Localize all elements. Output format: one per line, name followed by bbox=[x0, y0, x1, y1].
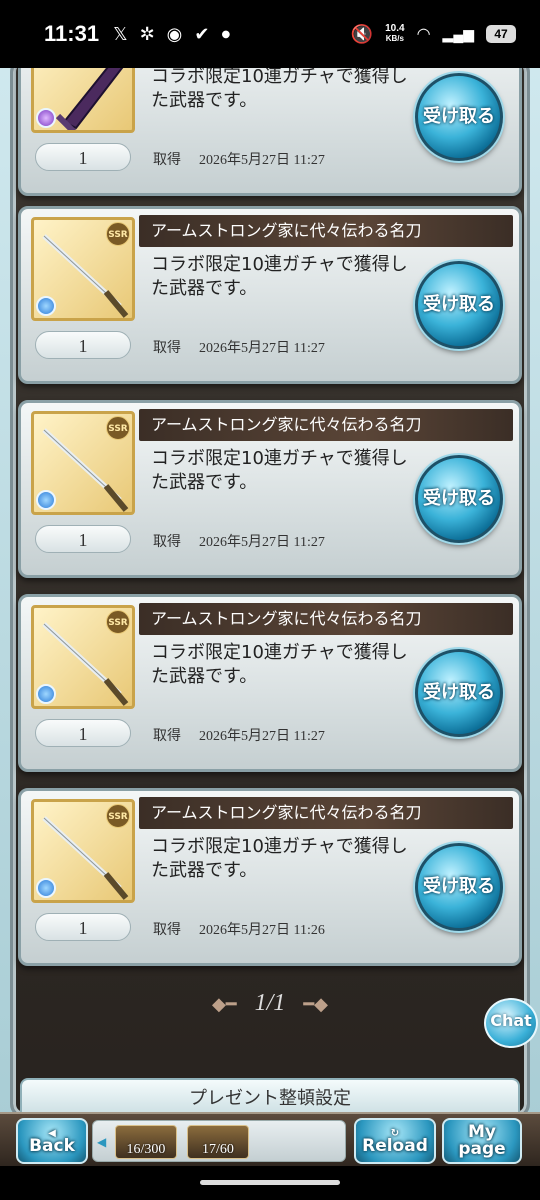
obtained-date-value: 2026年5月27日 11:27 bbox=[199, 153, 325, 168]
weapon-stock: 16/300 bbox=[115, 1125, 177, 1159]
my-page-label-2: page bbox=[458, 1139, 506, 1159]
weapon-thumbnail: SSR bbox=[31, 799, 135, 903]
receive-button[interactable]: 受け取る bbox=[415, 73, 503, 161]
weapon-thumbnail: SSR bbox=[31, 411, 135, 515]
messenger-app-icon: ◉ bbox=[166, 23, 183, 45]
item-name: アームストロング家に代々伝わる名刀 bbox=[139, 797, 513, 829]
obtained-label: 取得 bbox=[153, 340, 181, 356]
weapon-thumbnail bbox=[31, 68, 135, 133]
system-nav-bar bbox=[0, 1166, 540, 1200]
obtained-date: 取得 2026年5月27日 11:27 bbox=[153, 531, 325, 551]
rarity-badge: SSR bbox=[106, 222, 130, 246]
back-label: Back bbox=[29, 1136, 75, 1156]
my-page-button[interactable]: My page bbox=[442, 1118, 522, 1164]
dark-element-icon bbox=[36, 108, 56, 128]
pager-ornament-left-icon: ◆━ bbox=[211, 994, 237, 1014]
reload-label: Reload bbox=[362, 1136, 428, 1156]
item-name: アームストロング家に代々伝わる名刀 bbox=[139, 603, 513, 635]
pagination: ◆━ 1/1 ━◆ bbox=[0, 990, 540, 1017]
present-card: アームストロング家に代々伝わる名刀 SSR コラボ限定10連ガチャで獲得した武器… bbox=[18, 400, 522, 578]
status-bar: 11:31 𝕏 ✲ ◉ ✔ ● 🔇 10.4 KB/s ◠ ▂▄▆ 47 bbox=[0, 0, 540, 68]
obtained-date: 取得 2026年5月27日 11:27 bbox=[153, 149, 325, 169]
quantity: 1 bbox=[35, 143, 131, 171]
check-app-icon: ✔ bbox=[194, 23, 210, 45]
present-card: アームストロング家に代々伝わる名刀 SSR コラボ限定10連ガチャで獲得した武器… bbox=[18, 788, 522, 966]
rarity-badge: SSR bbox=[106, 804, 130, 828]
water-element-icon bbox=[36, 878, 56, 898]
more-dot-icon: ● bbox=[221, 28, 231, 40]
obtained-date-value: 2026年5月27日 11:27 bbox=[199, 729, 325, 744]
water-element-icon bbox=[36, 296, 56, 316]
receive-button[interactable]: 受け取る bbox=[415, 843, 503, 931]
obtained-date-value: 2026年5月27日 11:27 bbox=[199, 341, 325, 356]
obtained-date: 取得 2026年5月27日 11:27 bbox=[153, 725, 325, 745]
wifi-icon: ◠ bbox=[416, 26, 431, 43]
item-name: アームストロング家に代々伝わる名刀 bbox=[139, 215, 513, 247]
present-description: コラボ限定10連ガチャで獲得した武器です。 bbox=[151, 448, 408, 493]
pager-ornament-right-icon: ━◆ bbox=[303, 994, 329, 1014]
chat-button[interactable]: Chat bbox=[484, 998, 538, 1048]
item-name: アームストロング家に代々伝わる名刀 bbox=[139, 409, 513, 441]
network-speed: 10.4 KB/s bbox=[385, 24, 404, 44]
game-area: コラボ限定10連ガチャで獲得した武器です。 1 取得 2026年5月27日 11:… bbox=[0, 68, 540, 1120]
home-gesture-handle[interactable] bbox=[200, 1180, 340, 1185]
receive-button[interactable]: 受け取る bbox=[415, 261, 503, 349]
summon-stock: 17/60 bbox=[187, 1125, 249, 1159]
summon-stock-count: 17/60 bbox=[202, 1142, 234, 1157]
rarity-badge: SSR bbox=[106, 416, 130, 440]
present-description: コラボ限定10連ガチャで獲得した武器です。 bbox=[151, 254, 408, 299]
net-speed-value: 10.4 bbox=[385, 23, 405, 34]
battery-icon: 47 bbox=[486, 25, 516, 43]
obtained-label: 取得 bbox=[153, 152, 181, 168]
present-description: コラボ限定10連ガチャで獲得した武器です。 bbox=[151, 642, 408, 687]
quantity: 1 bbox=[35, 913, 131, 941]
page-indicator: 1/1 bbox=[254, 990, 286, 1016]
weapon-thumbnail: SSR bbox=[31, 217, 135, 321]
obtained-date-value: 2026年5月27日 11:26 bbox=[199, 923, 325, 938]
present-card: アームストロング家に代々伝わる名刀 SSR コラボ限定10連ガチャで獲得した武器… bbox=[18, 594, 522, 772]
present-description: コラボ限定10連ガチャで獲得した武器です。 bbox=[151, 68, 408, 111]
quantity: 1 bbox=[35, 525, 131, 553]
mute-icon: 🔇 bbox=[350, 23, 374, 44]
reload-button[interactable]: ↻ Reload bbox=[354, 1118, 436, 1164]
quantity: 1 bbox=[35, 719, 131, 747]
obtained-label: 取得 bbox=[153, 534, 181, 550]
x-app-icon: 𝕏 bbox=[113, 23, 128, 45]
present-card: アームストロング家に代々伝わる名刀 SSR コラボ限定10連ガチャで獲得した武器… bbox=[18, 206, 522, 384]
weapon-stock-count: 16/300 bbox=[126, 1142, 166, 1157]
bottom-menu-bar: ◀ Back ◀ 16/300 17/60 ↻ Reload My page bbox=[0, 1112, 540, 1166]
status-time: 11:31 bbox=[44, 21, 100, 46]
obtained-date: 取得 2026年5月27日 11:27 bbox=[153, 337, 325, 357]
panel-left-arrow-icon[interactable]: ◀ bbox=[97, 1135, 106, 1149]
present-description: コラボ限定10連ガチャで獲得した武器です。 bbox=[151, 836, 408, 881]
obtained-date-value: 2026年5月27日 11:27 bbox=[199, 535, 325, 550]
receive-button[interactable]: 受け取る bbox=[415, 455, 503, 543]
signal-icon: ▂▄▆ bbox=[442, 25, 474, 42]
present-card: コラボ限定10連ガチャで獲得した武器です。 1 取得 2026年5月27日 11:… bbox=[18, 68, 522, 196]
rarity-badge: SSR bbox=[106, 610, 130, 634]
water-element-icon bbox=[36, 684, 56, 704]
water-element-icon bbox=[36, 490, 56, 510]
obtained-label: 取得 bbox=[153, 728, 181, 744]
obtained-date: 取得 2026年5月27日 11:26 bbox=[153, 919, 325, 939]
quantity: 1 bbox=[35, 331, 131, 359]
receive-button[interactable]: 受け取る bbox=[415, 649, 503, 737]
net-speed-unit: KB/s bbox=[385, 34, 404, 43]
notification-icons: 𝕏 ✲ ◉ ✔ ● bbox=[113, 24, 230, 45]
item-stock-panel[interactable]: ◀ 16/300 17/60 bbox=[92, 1120, 346, 1162]
back-button[interactable]: ◀ Back bbox=[16, 1118, 88, 1164]
weapon-thumbnail: SSR bbox=[31, 605, 135, 709]
obtained-label: 取得 bbox=[153, 922, 181, 938]
pinwheel-app-icon: ✲ bbox=[139, 23, 155, 45]
